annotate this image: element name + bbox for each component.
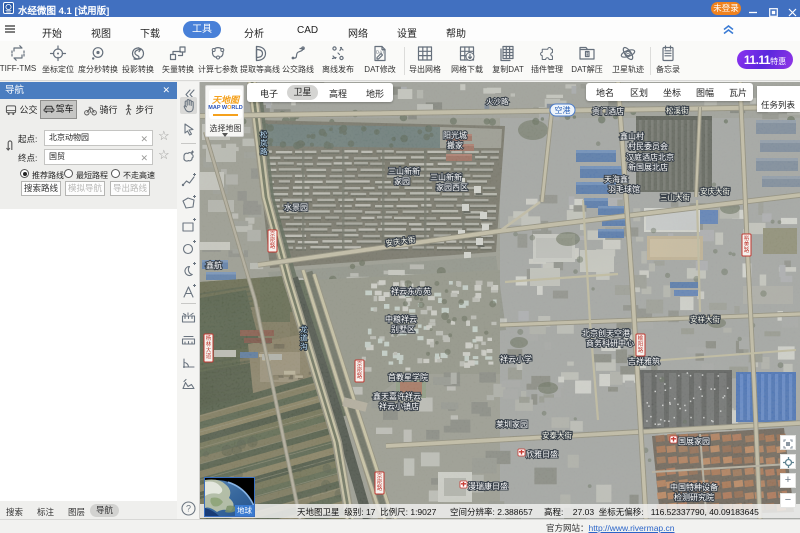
svg-text:莱圳家园: 莱圳家园 <box>496 419 528 429</box>
svg-text:林: 林 <box>206 340 212 348</box>
svg-text:龙: 龙 <box>300 324 308 334</box>
svg-text:羽毛球馆: 羽毛球馆 <box>608 184 640 194</box>
svg-text:京: 京 <box>377 472 383 480</box>
svg-text:路: 路 <box>270 242 276 250</box>
svg-text:路: 路 <box>260 146 268 156</box>
svg-text:美: 美 <box>744 240 750 248</box>
svg-text:空港: 空港 <box>555 105 571 115</box>
svg-text:松: 松 <box>260 129 268 139</box>
svg-text:北京创天空港: 北京创天空港 <box>582 328 630 338</box>
svg-text:天海鑫: 天海鑫 <box>604 174 628 184</box>
svg-text:新国展北店: 新国展北店 <box>628 162 668 172</box>
svg-text:家园西区: 家园西区 <box>436 182 468 192</box>
svg-text:路: 路 <box>638 346 644 354</box>
svg-text:榆: 榆 <box>638 334 644 342</box>
svg-text:阳: 阳 <box>638 340 644 348</box>
svg-text:安庆大街: 安庆大街 <box>700 186 730 196</box>
svg-text:商务科研中心: 商务科研中心 <box>586 338 634 348</box>
svg-text:安泰大街: 安泰大街 <box>542 430 572 440</box>
svg-text:?: ? <box>186 504 191 514</box>
svg-text:路: 路 <box>744 246 750 254</box>
svg-text:阳光城: 阳光城 <box>443 130 467 140</box>
svg-text:鑫航: 鑫航 <box>206 260 222 270</box>
svg-text:贵门酒店: 贵门酒店 <box>592 106 624 116</box>
svg-text:沟: 沟 <box>300 341 308 351</box>
svg-text:密: 密 <box>357 366 363 374</box>
svg-text:路: 路 <box>357 372 363 380</box>
svg-text:家园: 家园 <box>394 176 410 186</box>
svg-text:大: 大 <box>206 346 212 354</box>
svg-text:首教星学院: 首教星学院 <box>388 372 428 382</box>
svg-text:祥云小镇店: 祥云小镇店 <box>379 401 419 411</box>
svg-text:搬家: 搬家 <box>447 140 463 150</box>
svg-text:欣雅日盛: 欣雅日盛 <box>526 449 558 459</box>
svg-text:道: 道 <box>206 352 212 360</box>
svg-text:安祥大街: 安祥大街 <box>690 314 720 324</box>
svg-text:鑫山村: 鑫山村 <box>620 131 644 141</box>
svg-text:中粮祥云: 中粮祥云 <box>385 314 417 324</box>
svg-text:杨: 杨 <box>206 334 212 342</box>
svg-text:火沙路: 火沙路 <box>486 96 509 106</box>
svg-text:三山新新: 三山新新 <box>388 166 420 176</box>
svg-text:祥云东方苑: 祥云东方苑 <box>391 286 431 296</box>
svg-text:松溪街: 松溪街 <box>666 105 689 115</box>
svg-text:道: 道 <box>300 333 308 343</box>
svg-text:三山大街: 三山大街 <box>660 192 690 202</box>
svg-text:检测研究院: 检测研究院 <box>674 492 714 502</box>
svg-text:汉庭酒店北京: 汉庭酒店北京 <box>626 152 674 162</box>
svg-text:别墅区: 别墅区 <box>391 324 415 334</box>
svg-text:鑫天嘉许祥云: 鑫天嘉许祥云 <box>373 391 421 401</box>
svg-text:路: 路 <box>377 484 383 492</box>
svg-text:裕: 裕 <box>744 234 750 242</box>
svg-text:国展家园: 国展家园 <box>678 436 710 446</box>
svg-text:京: 京 <box>357 360 363 368</box>
svg-text:中国特种设备: 中国特种设备 <box>670 482 718 492</box>
svg-text:吉祥雅筑: 吉祥雅筑 <box>628 356 660 366</box>
svg-text:密: 密 <box>377 478 383 486</box>
svg-text:水景园: 水景园 <box>284 202 308 212</box>
svg-text:京: 京 <box>270 230 276 238</box>
svg-text:漫瑞康日盛: 漫瑞康日盛 <box>468 481 508 491</box>
svg-text:村民委员会: 村民委员会 <box>628 141 668 151</box>
svg-text:密: 密 <box>270 236 276 244</box>
svg-text:祥云小学: 祥云小学 <box>500 354 532 364</box>
svg-text:三山新新: 三山新新 <box>430 172 462 182</box>
